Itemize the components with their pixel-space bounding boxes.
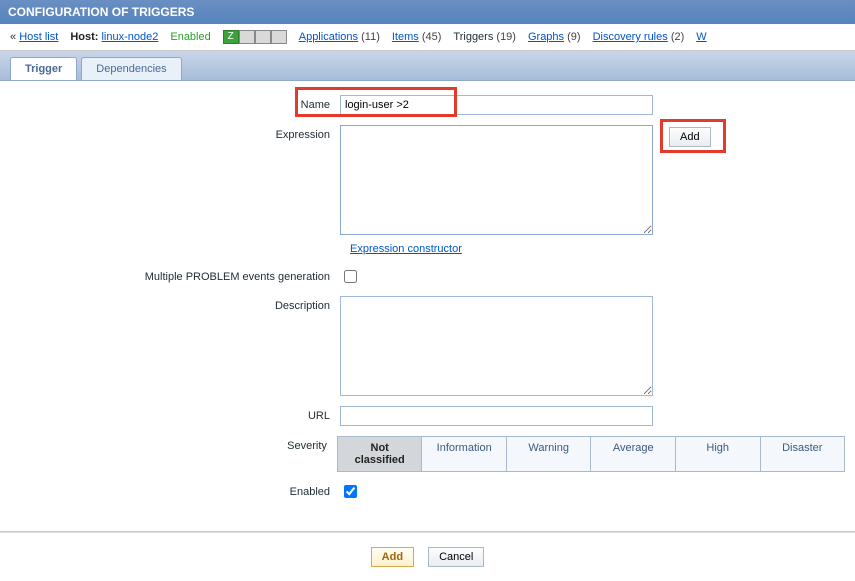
trigger-form: Name Expression Add Expression construct… <box>0 81 855 532</box>
page-title: CONFIGURATION OF TRIGGERS <box>8 5 194 19</box>
breadcrumb-back[interactable]: « Host list <box>10 31 58 43</box>
expression-textarea[interactable] <box>340 125 653 235</box>
url-input[interactable] <box>340 406 653 426</box>
triggers-link-wrap: Triggers (19) <box>453 31 516 43</box>
web-link-wrap: W <box>696 31 706 43</box>
discovery-link-wrap: Discovery rules (2) <box>593 31 685 43</box>
tab-strip: Trigger Dependencies <box>0 51 855 81</box>
expression-add-button[interactable]: Add <box>669 127 711 147</box>
snmp-icon <box>239 30 255 44</box>
items-link-wrap: Items (45) <box>392 31 442 43</box>
row-expression: Expression Add <box>10 125 845 235</box>
name-label: Name <box>10 95 340 111</box>
row-name: Name <box>10 95 845 115</box>
tab-trigger[interactable]: Trigger <box>10 57 77 80</box>
severity-high[interactable]: High <box>676 437 761 471</box>
graphs-link-wrap: Graphs (9) <box>528 31 581 43</box>
host-label: Host: linux-node2 <box>70 31 158 43</box>
expression-constructor-link[interactable]: Expression constructor <box>350 243 462 255</box>
row-description: Description <box>10 296 845 396</box>
jmx-icon <box>255 30 271 44</box>
severity-disaster[interactable]: Disaster <box>761 437 845 471</box>
row-enabled: Enabled <box>10 482 845 501</box>
row-url: URL <box>10 406 845 426</box>
enabled-label: Enabled <box>10 482 340 498</box>
url-label: URL <box>10 406 340 422</box>
row-severity: Severity Not classified Information Warn… <box>10 436 845 472</box>
zbx-icon: Z <box>223 30 239 44</box>
expression-label: Expression <box>10 125 340 141</box>
hostlist-link[interactable]: Host list <box>19 31 58 43</box>
host-status-icons: Z <box>223 30 287 44</box>
tab-dependencies[interactable]: Dependencies <box>81 57 181 80</box>
severity-information[interactable]: Information <box>422 437 507 471</box>
multi-problem-label: Multiple PROBLEM events generation <box>10 267 340 283</box>
applications-link-wrap: Applications (11) <box>299 31 380 43</box>
applications-link[interactable]: Applications <box>299 31 358 43</box>
name-input[interactable] <box>340 95 653 115</box>
severity-not-classified[interactable]: Not classified <box>338 437 423 471</box>
severity-average[interactable]: Average <box>591 437 676 471</box>
severity-warning[interactable]: Warning <box>507 437 592 471</box>
severity-label: Severity <box>10 436 337 452</box>
form-footer: Add Cancel <box>0 532 855 581</box>
description-textarea[interactable] <box>340 296 653 396</box>
discovery-link[interactable]: Discovery rules <box>593 31 668 43</box>
graphs-link[interactable]: Graphs <box>528 31 564 43</box>
page-header: CONFIGURATION OF TRIGGERS <box>0 0 855 24</box>
items-link[interactable]: Items <box>392 31 419 43</box>
cancel-button[interactable]: Cancel <box>428 547 484 567</box>
triggers-label: Triggers <box>453 31 493 43</box>
row-multi-problem: Multiple PROBLEM events generation <box>10 267 845 286</box>
ipmi-icon <box>271 30 287 44</box>
severity-selector: Not classified Information Warning Avera… <box>337 436 845 472</box>
description-label: Description <box>10 296 340 312</box>
host-subbar: « Host list Host: linux-node2 Enabled Z … <box>0 24 855 51</box>
enabled-checkbox[interactable] <box>344 485 357 498</box>
web-link[interactable]: W <box>696 31 706 43</box>
host-name-link[interactable]: linux-node2 <box>101 31 158 43</box>
host-status: Enabled <box>170 31 210 43</box>
multi-problem-checkbox[interactable] <box>344 270 357 283</box>
add-button[interactable]: Add <box>371 547 414 567</box>
